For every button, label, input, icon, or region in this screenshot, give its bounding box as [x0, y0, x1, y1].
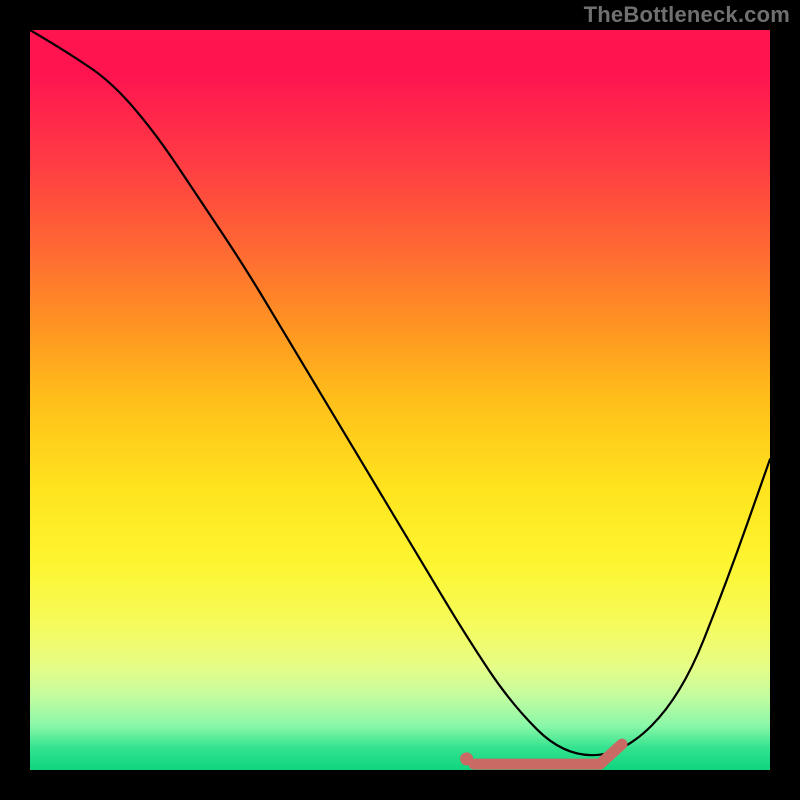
bottleneck-curve — [30, 30, 770, 755]
chart-container: TheBottleneck.com — [0, 0, 800, 800]
plot-area — [30, 30, 770, 770]
curve-layer — [30, 30, 770, 770]
optimal-marker — [460, 752, 473, 765]
watermark-text: TheBottleneck.com — [584, 2, 790, 28]
